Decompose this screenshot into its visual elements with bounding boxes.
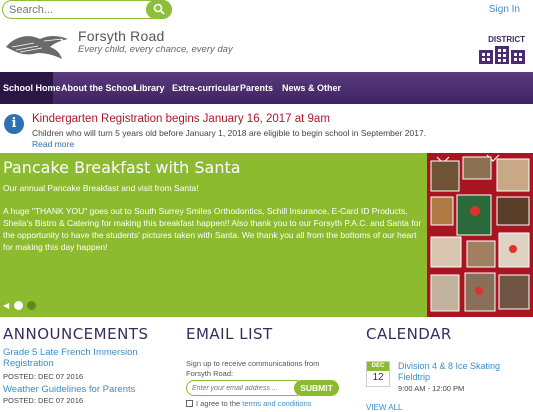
slider-dot-1[interactable]	[14, 301, 23, 310]
terms-prefix: I agree to the	[196, 399, 241, 408]
announcement-link-2[interactable]: Weather Guidelines for Parents	[3, 384, 135, 395]
announcements-section: ANNOUNCEMENTS Grade 5 Late French Immers…	[3, 325, 178, 412]
hero-text-panel: Pancake Breakfast with Santa Our annual …	[0, 153, 427, 317]
announcement-link-1[interactable]: Grade 5 Late French Immersion Registrati…	[3, 347, 173, 369]
hero-body: A huge "THANK YOU" goes out to South Sur…	[3, 206, 422, 252]
hero-photo-collage	[427, 153, 533, 317]
alert-banner: i Kindergarten Registration begins Janua…	[0, 104, 533, 151]
calendar-title: CALENDAR	[366, 325, 452, 343]
school-name[interactable]: Forsyth Road	[78, 28, 164, 44]
info-icon: i	[4, 114, 24, 134]
terms-agreement: I agree to the terms and conditions	[186, 399, 312, 408]
top-bar: Sign In	[0, 0, 533, 22]
hero-title[interactable]: Pancake Breakfast with Santa	[3, 158, 241, 177]
search-input[interactable]	[9, 2, 139, 17]
district-buildings-icon[interactable]	[479, 46, 525, 64]
view-all-link[interactable]: VIEW ALL	[366, 403, 402, 412]
slider-prev-icon[interactable]: ◀	[3, 301, 9, 310]
santa-photos-image	[427, 153, 533, 317]
hero-subtitle: Our annual Pancake Breakfast and visit f…	[3, 183, 199, 193]
calendar-section: CALENDAR DEC 12 Division 4 & 8 Ice Skati…	[366, 325, 531, 412]
nav-library[interactable]: Library	[134, 72, 165, 104]
event-title-link[interactable]: Division 4 & 8 Ice Skating Fieldtrip	[398, 361, 533, 383]
submit-button[interactable]: SUBMIT	[294, 380, 339, 396]
email-list-section: EMAIL LIST Sign up to receive communicat…	[186, 325, 356, 412]
event-date-badge: DEC 12	[366, 361, 390, 387]
alert-body: Children who will turn 5 years old befor…	[32, 128, 427, 138]
nav-about-the-school[interactable]: About the School	[61, 72, 136, 104]
main-nav: School Home About the School Library Ext…	[0, 72, 533, 104]
sign-in-link[interactable]: Sign In	[489, 4, 520, 15]
announcement-date-2: POSTED: DEC 07 2016	[3, 396, 84, 405]
search-box	[2, 0, 172, 19]
alert-title[interactable]: Kindergarten Registration begins January…	[32, 113, 330, 125]
district-label[interactable]: DISTRICT	[488, 35, 525, 44]
search-button[interactable]	[146, 0, 172, 19]
site-header: Forsyth Road Every child, every chance, …	[0, 22, 533, 70]
announcements-title: ANNOUNCEMENTS	[3, 325, 149, 343]
eagle-logo-icon[interactable]	[4, 29, 70, 63]
read-more-link[interactable]: Read more	[32, 139, 74, 149]
hero-slider: Pancake Breakfast with Santa Our annual …	[0, 153, 533, 317]
event-day: 12	[372, 372, 384, 383]
search-icon	[153, 3, 165, 15]
slider-dot-2[interactable]	[27, 301, 36, 310]
terms-checkbox[interactable]	[186, 400, 193, 407]
event-month: DEC	[367, 362, 389, 371]
announcement-date-1: POSTED: DEC 07 2016	[3, 372, 84, 381]
email-description: Sign up to receive communications from F…	[186, 359, 320, 378]
school-tagline: Every child, every chance, every day	[78, 44, 233, 55]
nav-school-home[interactable]: School Home	[0, 72, 61, 104]
event-time: 9:00 AM - 12:00 PM	[398, 384, 465, 393]
email-list-title: EMAIL LIST	[186, 325, 273, 343]
email-field[interactable]	[186, 380, 298, 396]
nav-extra-curricular[interactable]: Extra-curricular	[172, 72, 239, 104]
nav-news-other[interactable]: News & Other	[282, 72, 341, 104]
nav-parents[interactable]: Parents	[240, 72, 273, 104]
terms-link[interactable]: terms and conditions	[242, 399, 311, 408]
